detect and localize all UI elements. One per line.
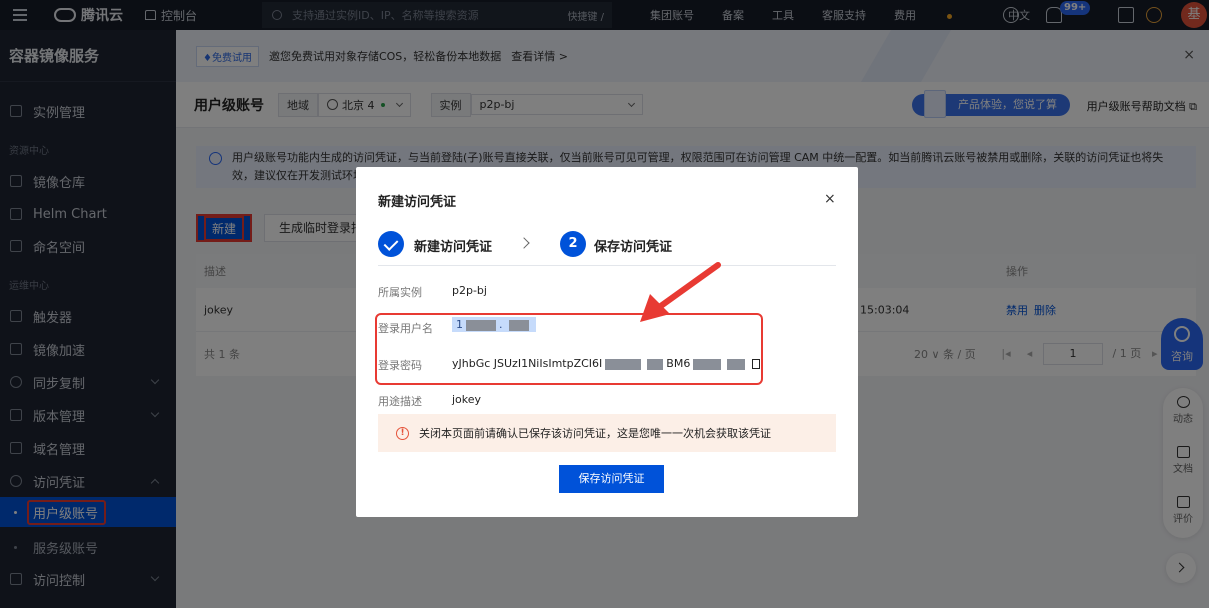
create-credential-dialog: 新建访问凭证 × 新建访问凭证 2 保存访问凭证 所属实例 p2p-bj 登录用… [356, 167, 858, 517]
password-field-value[interactable]: yJhbGc JSUzI1NiIsImtpZCI6I BM6 [452, 357, 761, 370]
username-prefix: 1 [456, 318, 463, 331]
redacted-block [509, 319, 529, 331]
stepper: 新建访问凭证 2 保存访问凭证 [378, 231, 836, 266]
warning-icon: ! [396, 426, 409, 440]
copy-icon[interactable] [752, 359, 761, 369]
step-2-label: 保存访问凭证 [594, 240, 673, 255]
warning-text: 关闭本页面前请确认已保存该访问凭证，这是您唯一一次机会获取该凭证 [419, 427, 771, 440]
annotation-highlight-box [375, 313, 763, 385]
redacted-block [727, 358, 746, 370]
redacted-block [605, 358, 642, 370]
username-field-label: 登录用户名 [378, 322, 433, 335]
instance-field-value: p2p-bj [452, 284, 487, 297]
step-done-check-icon [378, 231, 404, 257]
step-1-label: 新建访问凭证 [414, 240, 493, 255]
dialog-close-icon[interactable]: × [824, 191, 836, 207]
dialog-title: 新建访问凭证 [378, 195, 457, 210]
redacted-block [466, 319, 496, 331]
instance-field-label: 所属实例 [378, 286, 422, 299]
redacted-block [647, 358, 664, 370]
password-mid-text: BM6 [666, 357, 691, 370]
password-field-label: 登录密码 [378, 359, 422, 372]
warning-notice: ! 关闭本页面前请确认已保存该访问凭证，这是您唯一一次机会获取该凭证 [378, 414, 836, 452]
save-credential-button[interactable]: 保存访问凭证 [559, 465, 664, 493]
password-visible-text: yJhbGc JSUzI1NiIsImtpZCI6I [452, 357, 603, 370]
chevron-right-icon [518, 237, 530, 249]
username-field-value[interactable]: 1. [452, 317, 536, 332]
desc-field-value: jokey [452, 393, 482, 406]
desc-field-label: 用途描述 [378, 395, 422, 408]
step-2-number: 2 [560, 231, 586, 257]
redacted-block [693, 358, 722, 370]
